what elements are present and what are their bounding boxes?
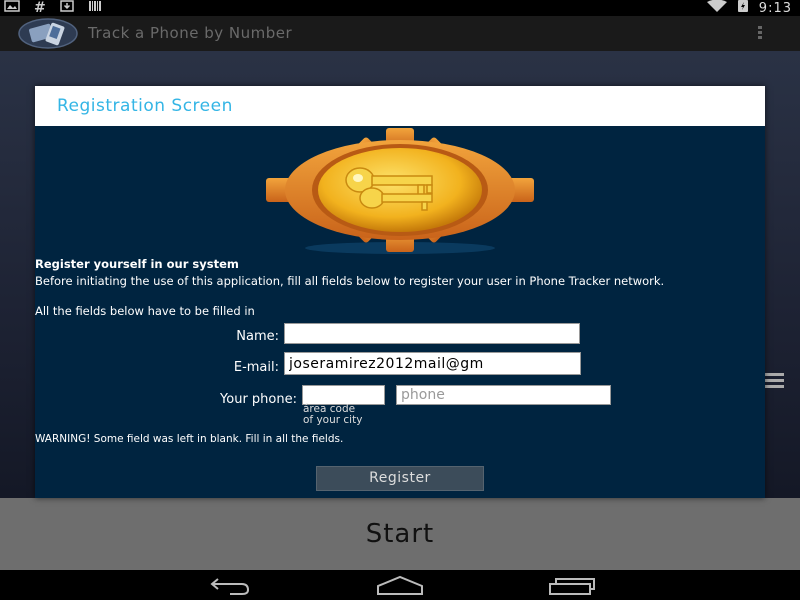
start-button[interactable]: Start bbox=[0, 498, 800, 570]
hashtag-icon: # bbox=[34, 0, 46, 16]
app-logo-icon[interactable] bbox=[18, 18, 78, 49]
gear-key-logo-icon bbox=[265, 128, 535, 256]
area-code-input[interactable] bbox=[302, 385, 385, 405]
dialog-header: Registration Screen bbox=[35, 86, 765, 126]
warning-message: WARNING! Some field was left in blank. F… bbox=[35, 433, 344, 445]
area-code-hint-line2: of your city bbox=[303, 414, 363, 426]
registration-heading: Register yourself in our system bbox=[35, 257, 239, 271]
fields-required-note: All the fields below have to be filled i… bbox=[35, 304, 255, 318]
download-icon bbox=[59, 0, 74, 17]
email-input[interactable] bbox=[284, 352, 581, 375]
overflow-menu-icon[interactable] bbox=[756, 24, 764, 44]
image-notification-icon bbox=[4, 0, 20, 17]
battery-charging-icon bbox=[737, 0, 749, 18]
drawer-handle-icon[interactable] bbox=[764, 370, 784, 396]
wifi-icon bbox=[706, 0, 727, 17]
phone-number-input[interactable] bbox=[396, 385, 611, 405]
dialog-title: Registration Screen bbox=[57, 96, 233, 116]
home-icon[interactable] bbox=[375, 574, 425, 596]
barcode-icon bbox=[88, 0, 102, 17]
back-icon[interactable] bbox=[204, 574, 254, 596]
action-bar: Track a Phone by Number bbox=[0, 16, 800, 51]
status-bar: # 9:13 bbox=[0, 0, 800, 16]
clock-time: 9:13 bbox=[758, 0, 792, 16]
recent-apps-icon[interactable] bbox=[548, 574, 598, 596]
navigation-bar bbox=[0, 570, 800, 600]
register-button[interactable]: Register bbox=[316, 466, 484, 491]
area-code-hint: área code of your city bbox=[303, 404, 362, 426]
name-label: Name: bbox=[236, 329, 279, 344]
phone-label: Your phone: bbox=[220, 392, 297, 407]
name-input[interactable] bbox=[284, 323, 580, 344]
email-label: E-mail: bbox=[233, 360, 279, 375]
app-title: Track a Phone by Number bbox=[88, 24, 293, 42]
registration-dialog: Registration Screen Register yourself in… bbox=[35, 86, 765, 498]
intro-text: Before initiating the use of this applic… bbox=[35, 274, 665, 288]
start-button-label: Start bbox=[365, 519, 435, 549]
